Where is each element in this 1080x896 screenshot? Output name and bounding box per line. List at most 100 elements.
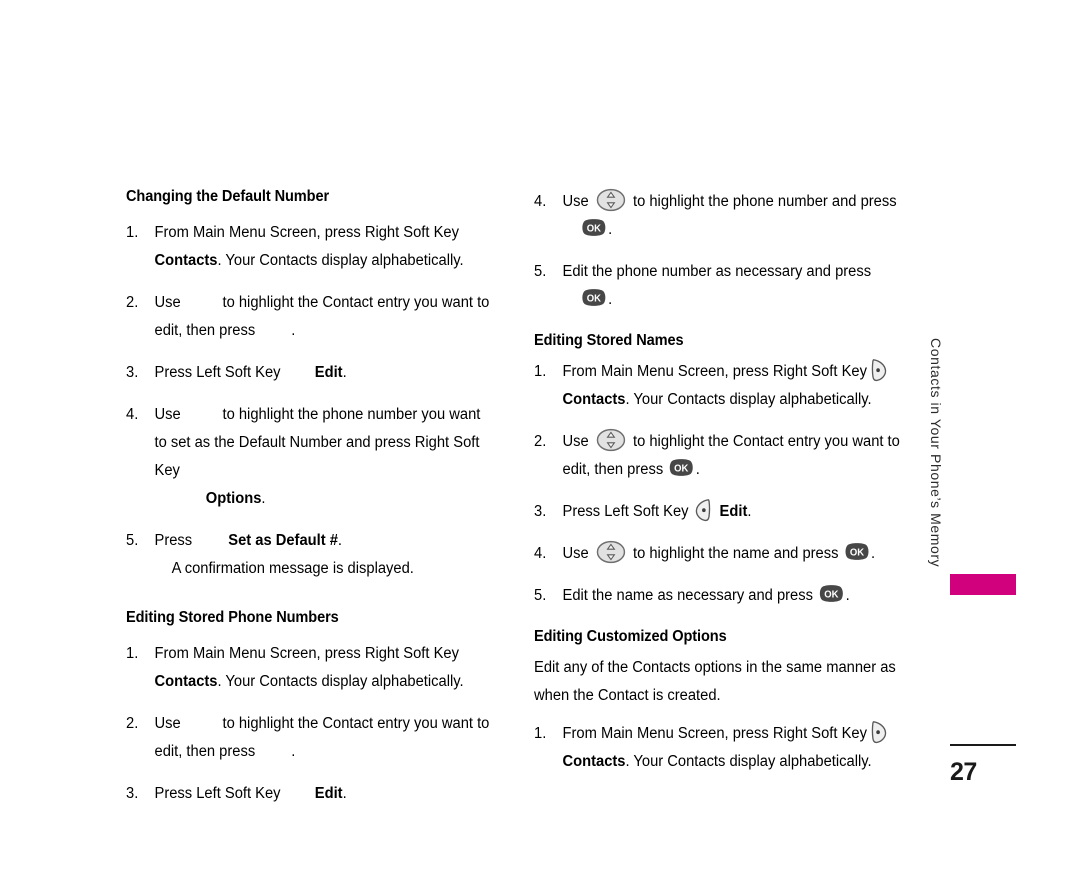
svg-text:OK: OK	[587, 223, 601, 234]
left-soft-key-icon	[695, 498, 714, 522]
step-text-post: .	[342, 364, 347, 382]
list-item: 4. Use to highlight the name and press O…	[534, 540, 901, 568]
step-bold-term: Contacts	[154, 673, 218, 691]
step-text-tail: .	[608, 291, 613, 308]
navigation-key-icon	[596, 188, 626, 212]
step-note: A confirmation message is displayed.	[171, 560, 414, 578]
step-bold-term: Contacts	[562, 753, 626, 771]
ok-key-icon: OK	[582, 288, 607, 307]
step-text: From Main Menu Screen, press Right Soft …	[562, 359, 890, 409]
ok-key-icon: OK	[844, 542, 869, 561]
step-bold-term: Edit	[719, 503, 748, 521]
list-item: 5. Edit the name as necessary and press …	[534, 582, 901, 610]
list-item: 1. From Main Menu Screen, press Right So…	[534, 358, 901, 414]
step-bold-term: Set as Default #	[228, 532, 338, 550]
step-text-post: to highlight the Contact entry you want …	[154, 715, 490, 761]
step-text: Press Left Soft Key Edit.	[562, 499, 751, 522]
step-number: 3.	[126, 364, 139, 382]
step-text-pre: Press Left Soft Key	[154, 364, 281, 382]
steps-editing-stored-names: 1. From Main Menu Screen, press Right So…	[534, 358, 920, 610]
step-text-pre: Use	[154, 406, 181, 424]
steps-editing-stored-phone-numbers: 1. From Main Menu Screen, press Right So…	[126, 640, 516, 808]
step-text-post: to highlight the phone number you want t…	[154, 406, 481, 480]
step-text-tail: .	[695, 461, 700, 479]
step-bold-term: Contacts	[154, 252, 218, 270]
svg-text:OK: OK	[674, 463, 688, 474]
step-number: 5.	[534, 263, 547, 280]
svg-text:OK: OK	[850, 547, 864, 558]
list-item: 3. Press Left Soft Key Edit.	[126, 780, 497, 808]
list-item: 3. Press Left Soft Key Edit.	[126, 359, 497, 387]
step-number: 2.	[534, 433, 547, 451]
step-text-tail: .	[291, 322, 296, 340]
list-item: 5. Press Set as Default #. A confirmation …	[126, 527, 497, 583]
step-text-post: . Your Contacts display alphabetically.	[625, 391, 872, 409]
section-heading-editing-stored-phone-numbers: Editing Stored Phone Numbers	[126, 609, 339, 627]
svg-text:OK: OK	[824, 589, 838, 600]
ok-key-icon: OK	[582, 218, 607, 237]
step-number: 4.	[534, 193, 547, 210]
step-text-pre: Use	[562, 193, 589, 210]
step-text-post: to highlight the Contact entry you want …	[154, 294, 490, 340]
list-item: 3. Press Left Soft Key Edit.	[534, 498, 901, 526]
navigation-key-icon	[596, 540, 626, 564]
steps-editing-customized-options: 1. From Main Menu Screen, press Right So…	[534, 720, 920, 776]
step-number: 1.	[534, 363, 547, 381]
step-text: Use to highlight the phone number you wan…	[155, 406, 497, 513]
step-text-pre: Press	[154, 532, 193, 550]
step-continuation: OK .	[563, 286, 901, 314]
list-item: 1. From Main Menu Screen, press Right So…	[534, 720, 901, 776]
chapter-tab	[950, 574, 1016, 595]
manual-page: Changing the Default Number 1. From Main…	[0, 0, 1080, 896]
page-number: 27	[950, 758, 977, 786]
step-bold-term: Edit	[314, 364, 343, 382]
step-text-tail: .	[261, 490, 266, 508]
step-text-pre: Press Left Soft Key	[562, 503, 689, 521]
list-item: 4. Use to highlight the phone number and…	[534, 188, 901, 244]
step-number: 3.	[534, 503, 547, 521]
section-heading-editing-stored-names: Editing Stored Names	[534, 332, 684, 349]
step-text-pre: Use	[154, 294, 181, 312]
step-continuation: OK .	[563, 216, 901, 244]
step-text-pre: Edit the name as necessary and press	[562, 587, 813, 605]
navigation-key-icon	[596, 428, 626, 452]
step-text-post: .	[342, 785, 347, 803]
section-heading-changing-default-number: Changing the Default Number	[126, 188, 330, 205]
folio-rule	[950, 744, 1016, 746]
step-text-tail: .	[845, 587, 850, 605]
step-number: 1.	[126, 224, 139, 242]
step-number: 5.	[126, 532, 139, 550]
step-text: From Main Menu Screen, press Right Soft …	[155, 645, 464, 690]
step-text-pre: Use	[562, 545, 589, 563]
right-soft-key-icon	[869, 358, 888, 382]
step-number: 1.	[534, 725, 547, 743]
list-item: 2. Use to highlight the Contact entry you…	[126, 710, 497, 766]
right-soft-key-icon	[869, 720, 888, 744]
section-heading-editing-customized-options: Editing Customized Options	[534, 628, 727, 646]
step-text: From Main Menu Screen, press Right Soft …	[562, 721, 890, 771]
step-text: Edit the phone number as necessary and p…	[563, 263, 901, 314]
step-text-post: .	[337, 532, 343, 550]
step-text-pre: Use	[154, 715, 181, 733]
list-item: 4. Use to highlight the phone number you …	[126, 401, 497, 513]
step-number: 4.	[126, 406, 139, 424]
ok-key-icon: OK	[819, 584, 844, 603]
step-text: Use to highlight the Contact entry you wa…	[155, 294, 490, 339]
step-continuation: Options.	[155, 485, 497, 513]
step-number: 4.	[534, 545, 547, 563]
step-text-pre: Use	[562, 433, 589, 451]
step-text: Use to highlight the name and press OK .	[562, 540, 875, 564]
step-text: Use to highlight the Contact entry you w…	[562, 428, 900, 479]
step-text-post: . Your Contacts display alphabetically.	[217, 673, 464, 691]
step-text-pre: From Main Menu Screen, press Right Soft …	[562, 363, 867, 381]
left-column: Changing the Default Number 1. From Main…	[126, 188, 516, 808]
step-text: Press Left Soft Key Edit.	[155, 364, 347, 381]
step-text: From Main Menu Screen, press Right Soft …	[155, 224, 464, 269]
step-text: Press Set as Default #. A confirmation mes…	[155, 532, 497, 583]
step-text: Press Left Soft Key Edit.	[155, 785, 347, 802]
step-text-post: to highlight the name and press	[632, 545, 839, 563]
step-text: Use to highlight the phone number and pr…	[562, 188, 901, 244]
right-column: 4. Use to highlight the phone number and…	[534, 188, 920, 776]
